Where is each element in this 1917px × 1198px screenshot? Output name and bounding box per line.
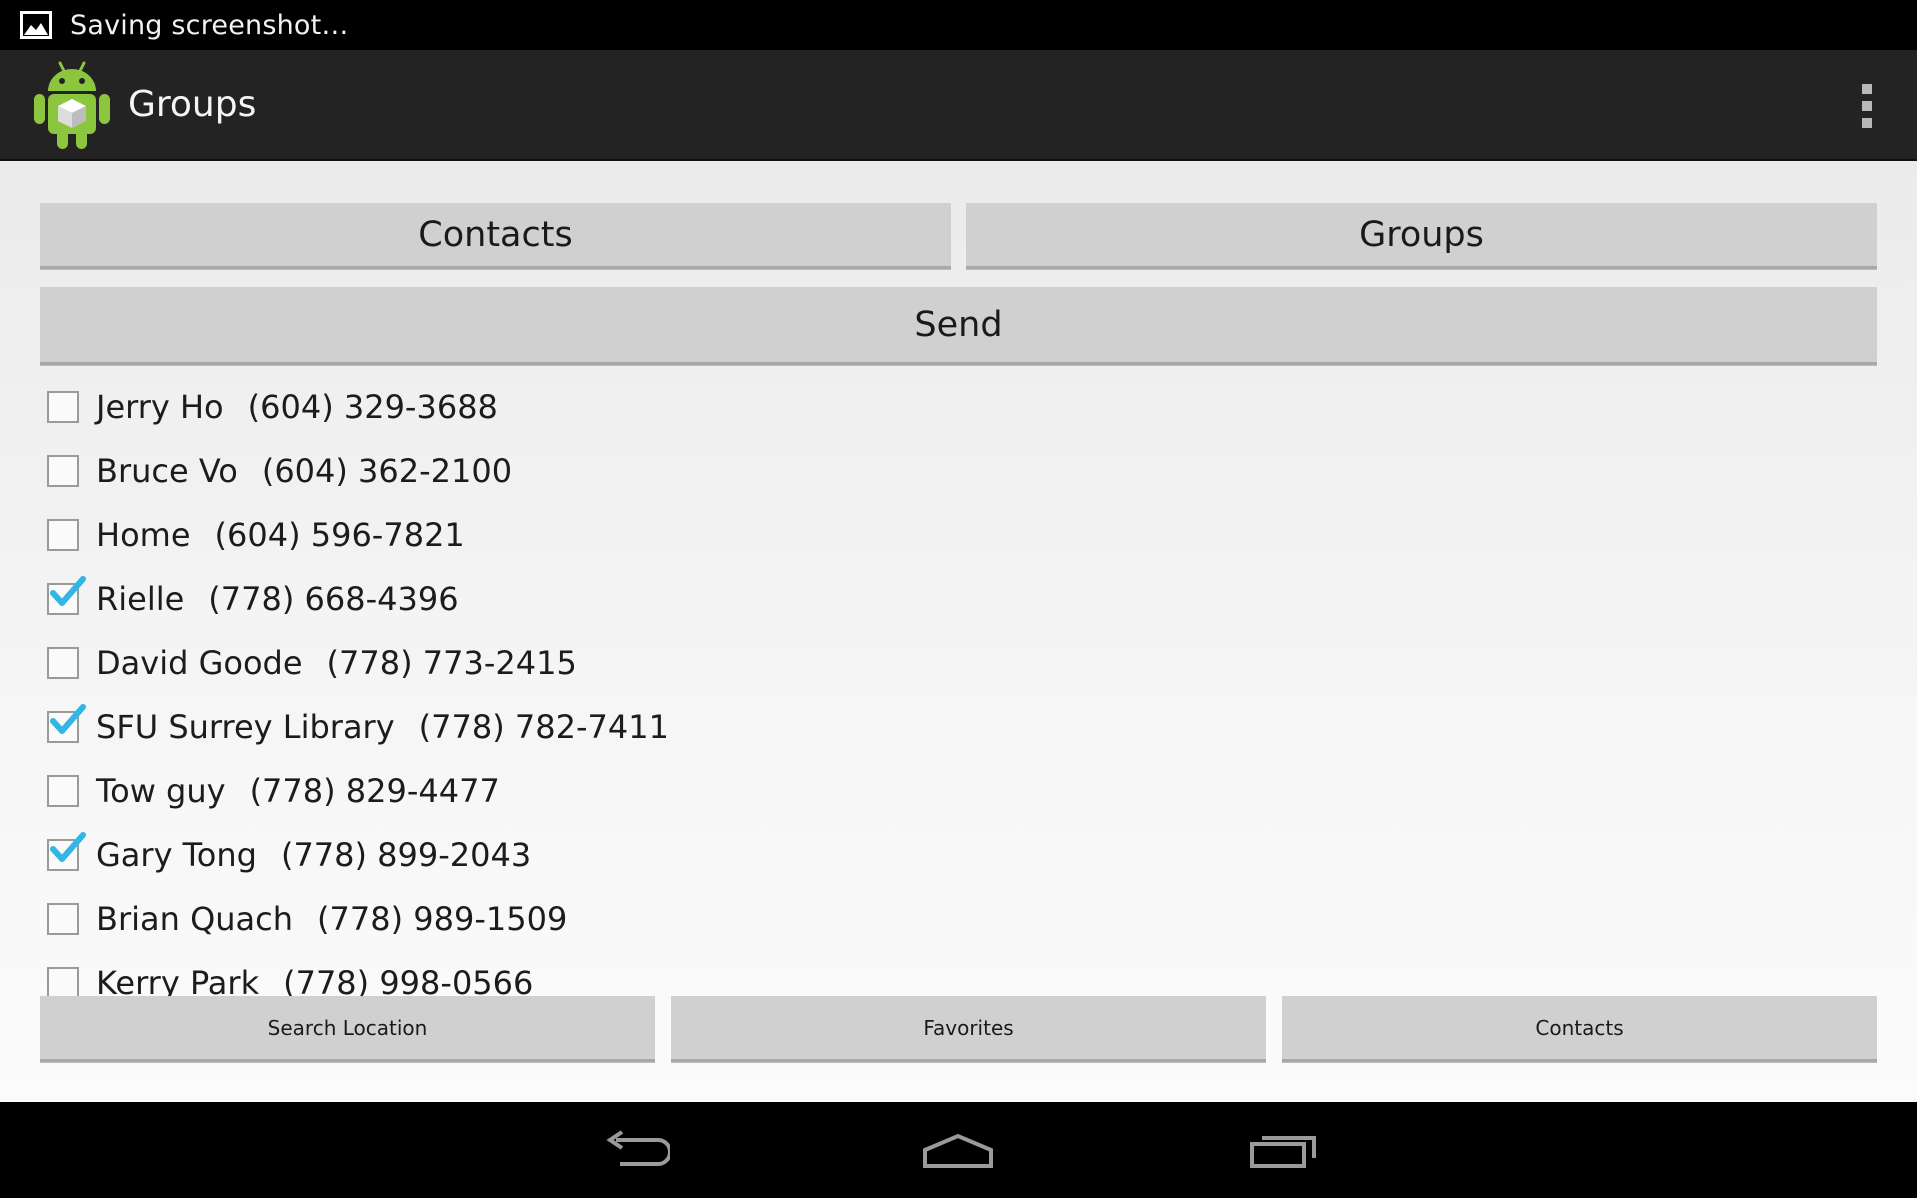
image-icon xyxy=(20,11,52,39)
contact-list-item[interactable]: Bruce Vo (604) 362-2100 xyxy=(40,439,1877,503)
page-title: Groups xyxy=(128,84,257,125)
contact-name: Kerry Park xyxy=(96,964,260,997)
contacts-tab-button[interactable]: Contacts xyxy=(40,203,951,269)
status-notification-text: Saving screenshot… xyxy=(70,9,349,41)
contact-name: Gary Tong xyxy=(96,836,257,874)
contact-phone: (778) 998-0566 xyxy=(283,964,534,997)
contacts-button[interactable]: Contacts xyxy=(1282,996,1877,1062)
favorites-button[interactable]: Favorites xyxy=(671,996,1266,1062)
contact-list-item[interactable]: Brian Quach (778) 989-1509 xyxy=(40,887,1877,951)
contact-checkbox[interactable] xyxy=(47,775,79,807)
contact-phone: (778) 899-2043 xyxy=(280,836,532,874)
contact-checkbox[interactable] xyxy=(47,391,79,423)
contact-name: Home xyxy=(96,516,191,554)
contact-name: Tow guy xyxy=(96,772,226,810)
contact-list-item[interactable]: Home (604) 596-7821 xyxy=(40,503,1877,567)
contact-checkbox[interactable] xyxy=(47,455,79,487)
contact-checkbox[interactable] xyxy=(47,832,86,871)
contact-name: David Goode xyxy=(96,644,303,682)
contact-checkbox[interactable] xyxy=(47,903,79,935)
contact-checkbox[interactable] xyxy=(47,967,79,997)
checkmark-icon xyxy=(50,704,86,734)
contact-list-item[interactable]: Kerry Park (778) 998-0566 xyxy=(40,951,1877,997)
contact-name: Bruce Vo xyxy=(96,452,238,490)
recent-apps-icon[interactable] xyxy=(1233,1120,1333,1180)
overflow-menu-icon[interactable] xyxy=(1855,84,1879,128)
checkmark-icon xyxy=(50,832,86,862)
contact-phone: (604) 362-2100 xyxy=(261,452,513,490)
contact-list[interactable]: Jerry Ho (604) 329-3688 Bruce Vo (604) 362-… xyxy=(40,375,1877,997)
content-area: Contacts Groups Send Jerry Ho (604) 329-3… xyxy=(0,161,1917,1102)
contact-list-item[interactable]: Jerry Ho (604) 329-3688 xyxy=(40,375,1877,439)
contact-list-item[interactable]: Gary Tong (778) 899-2043 xyxy=(40,823,1877,887)
contact-phone: (778) 668-4396 xyxy=(208,580,459,618)
contact-name: Jerry Ho xyxy=(96,388,224,426)
contact-list-item[interactable]: David Goode (778) 773-2415 xyxy=(40,631,1877,695)
contact-list-item[interactable]: SFU Surrey Library (778) 782-7411 xyxy=(40,695,1877,759)
contact-checkbox[interactable] xyxy=(47,519,79,551)
android-app-icon[interactable] xyxy=(30,57,114,153)
contact-phone: (778) 773-2415 xyxy=(326,644,577,682)
contact-phone: (778) 782-7411 xyxy=(418,708,669,746)
contact-phone: (604) 596-7821 xyxy=(214,516,465,554)
search-location-button[interactable]: Search Location xyxy=(40,996,655,1062)
home-icon[interactable] xyxy=(908,1120,1008,1180)
contact-name: Brian Quach xyxy=(96,900,294,938)
navigation-bar xyxy=(0,1102,1917,1198)
contact-list-item[interactable]: Tow guy (778) 829-4477 xyxy=(40,759,1877,823)
checkmark-icon xyxy=(50,576,86,606)
send-button[interactable]: Send xyxy=(40,287,1877,365)
contact-phone: (604) 329-3688 xyxy=(247,388,498,426)
contact-phone: (778) 829-4477 xyxy=(249,772,500,810)
contact-checkbox[interactable] xyxy=(47,704,86,743)
contact-checkbox[interactable] xyxy=(47,647,79,679)
status-bar: Saving screenshot… xyxy=(0,0,1917,50)
contact-name: Rielle xyxy=(96,580,185,618)
contact-name: SFU Surrey Library xyxy=(96,708,395,746)
groups-tab-button[interactable]: Groups xyxy=(966,203,1877,269)
contact-list-item[interactable]: Rielle (778) 668-4396 xyxy=(40,567,1877,631)
action-bar: Groups xyxy=(0,50,1917,161)
back-icon[interactable] xyxy=(585,1120,685,1180)
contact-checkbox[interactable] xyxy=(47,576,86,615)
contact-phone: (778) 989-1509 xyxy=(317,900,568,938)
